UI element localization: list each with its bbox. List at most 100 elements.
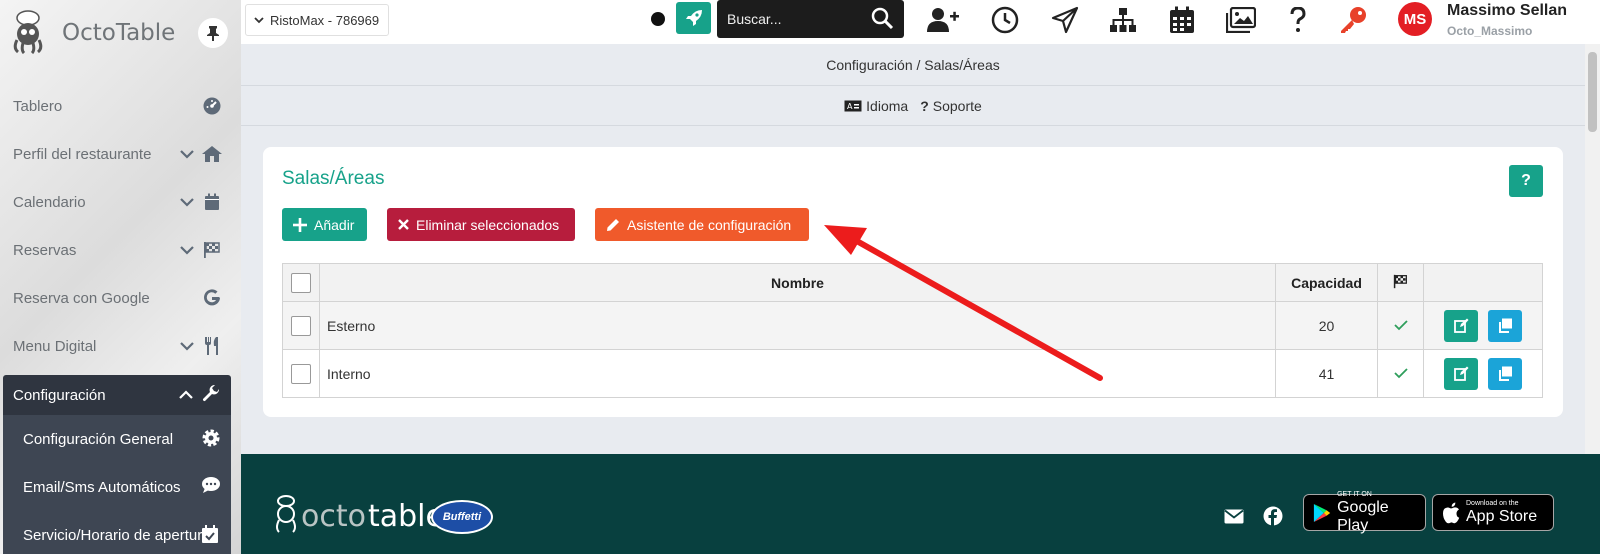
restaurant-name: RistoMax - 786969	[270, 12, 380, 28]
add-button[interactable]: Añadir	[282, 208, 367, 241]
svg-text:A: A	[847, 102, 853, 111]
sidebar-item-perfil[interactable]: Perfil del restaurante	[0, 130, 241, 178]
octopus-logo-icon	[276, 495, 296, 533]
row-actions	[1423, 301, 1543, 350]
select-all-checkbox[interactable]	[291, 272, 311, 293]
search-input[interactable]	[727, 11, 862, 27]
calendar-check-icon	[201, 524, 219, 548]
sidebar-item-tablero[interactable]: Tablero	[0, 82, 241, 130]
duplicate-button[interactable]	[1488, 357, 1522, 390]
edit-button[interactable]	[1444, 357, 1478, 390]
calendar-icon	[201, 191, 223, 213]
app-store-badge[interactable]: Download on the App Store	[1432, 494, 1554, 531]
chevron-down-icon	[180, 338, 194, 355]
pin-icon	[207, 26, 219, 41]
google-play-icon	[1313, 503, 1331, 522]
support-link[interactable]: ? Soporte	[920, 98, 982, 114]
help-button[interactable]: ?	[1509, 165, 1543, 197]
utensils-icon	[201, 335, 223, 357]
chevron-down-icon	[254, 17, 264, 24]
sidebar-item-google[interactable]: Reserva con Google	[0, 274, 241, 322]
facebook-icon[interactable]	[1263, 506, 1283, 531]
flag-checkered-icon	[201, 239, 223, 261]
app-store-big-text: App Store	[1466, 507, 1538, 525]
apple-icon	[1443, 502, 1460, 523]
sidebar-subitem-general[interactable]: Configuración General	[3, 415, 231, 463]
check-icon	[1393, 367, 1408, 378]
row-select-cell	[282, 301, 320, 350]
clock-icon[interactable]	[989, 4, 1021, 36]
search-icon[interactable]	[870, 6, 894, 35]
copy-icon	[1498, 366, 1512, 381]
plus-icon	[293, 217, 307, 232]
room-capacity: 20	[1275, 301, 1378, 350]
row-checkbox[interactable]	[291, 363, 311, 384]
chevron-down-icon	[180, 242, 194, 259]
images-icon[interactable]	[1225, 4, 1257, 36]
comment-icon	[201, 476, 221, 498]
page-scrollbar-thumb[interactable]	[1588, 52, 1597, 132]
sidebar-subitem-label: Servicio/Horario de apertura	[23, 526, 211, 544]
app-store-small-text: Download on the	[1466, 499, 1519, 507]
footer-logo[interactable]: octo table	[273, 494, 444, 534]
row-select-cell	[282, 349, 320, 398]
language-link[interactable]: A Idioma	[844, 98, 908, 114]
home-icon	[201, 143, 223, 165]
octotable-logo-icon[interactable]	[8, 10, 48, 55]
column-header-active[interactable]	[1377, 263, 1424, 302]
pin-sidebar-button[interactable]	[198, 18, 228, 48]
footer-logo-text-a: octo	[301, 499, 366, 534]
calendar-grid-icon[interactable]	[1166, 4, 1198, 36]
edit-button[interactable]	[1444, 309, 1478, 342]
setup-wizard-button[interactable]: Asistente de configuración	[595, 208, 809, 241]
page-title: Salas/Áreas	[282, 168, 385, 189]
sidebar-subitem-label: Email/Sms Automáticos	[23, 478, 181, 496]
sidebar-subitem-email[interactable]: Email/Sms Automáticos	[3, 463, 231, 511]
gear-icon	[201, 428, 221, 452]
chevron-down-icon	[180, 146, 194, 163]
sidebar-item-calendario[interactable]: Calendario	[0, 178, 241, 226]
select-all-cell	[282, 263, 320, 302]
sidebar-item-label: Configuración	[13, 386, 106, 404]
sidebar-submenu: Configuración General Email/Sms Automáti…	[3, 415, 231, 554]
edit-icon	[1453, 318, 1468, 333]
user-name[interactable]: Massimo Sellan	[1447, 2, 1567, 20]
sidebar-item-reservas[interactable]: Reservas	[0, 226, 241, 274]
sitemap-icon[interactable]	[1107, 4, 1139, 36]
check-icon	[1393, 319, 1408, 330]
email-icon[interactable]	[1224, 509, 1244, 529]
pencil-icon	[607, 218, 619, 231]
avatar[interactable]: MS	[1398, 2, 1432, 36]
user-account: Octo_Massimo	[1447, 24, 1533, 38]
send-icon[interactable]	[1049, 4, 1081, 36]
key-icon[interactable]	[1337, 4, 1369, 36]
sidebar-item-configuracion[interactable]: Configuración	[3, 375, 231, 415]
sidebar: OctoTable Tablero Perfil del restaurante…	[0, 0, 241, 554]
partner-logo[interactable]: Buffetti	[431, 500, 493, 534]
table-row: Esterno 20	[282, 301, 1543, 350]
delete-selected-button[interactable]: Eliminar seleccionados	[387, 208, 575, 241]
sidebar-subitem-horario[interactable]: Servicio/Horario de apertura	[3, 511, 231, 554]
column-header-capacity[interactable]: Capacidad	[1275, 263, 1378, 302]
sidebar-item-menu[interactable]: Menu Digital	[0, 322, 241, 370]
restaurant-selector[interactable]: RistoMax - 786969	[245, 4, 389, 36]
search-box	[717, 0, 904, 38]
table-header-row: Nombre Capacidad	[282, 263, 1543, 302]
copy-icon	[1498, 318, 1512, 333]
rooms-card: Salas/Áreas ? Añadir Eliminar selecciona…	[263, 147, 1563, 417]
row-actions	[1423, 349, 1543, 398]
quick-start-button[interactable]	[676, 2, 711, 34]
google-play-badge[interactable]: GET IT ON Google Play	[1303, 490, 1426, 534]
column-header-name[interactable]: Nombre	[319, 263, 1276, 302]
rooms-table: Nombre Capacidad Esterno 20 Interno 41	[282, 263, 1543, 398]
breadcrumb: Configuración / Salas/Áreas	[241, 44, 1585, 86]
question-icon: ?	[920, 97, 929, 114]
google-icon	[201, 287, 223, 309]
brand-name: OctoTable	[62, 20, 176, 46]
google-play-small-text: GET IT ON	[1337, 490, 1372, 498]
help-icon[interactable]	[1282, 4, 1314, 36]
dashboard-icon	[201, 95, 223, 117]
add-user-icon[interactable]	[927, 4, 959, 36]
duplicate-button[interactable]	[1488, 309, 1522, 342]
row-checkbox[interactable]	[291, 315, 311, 336]
